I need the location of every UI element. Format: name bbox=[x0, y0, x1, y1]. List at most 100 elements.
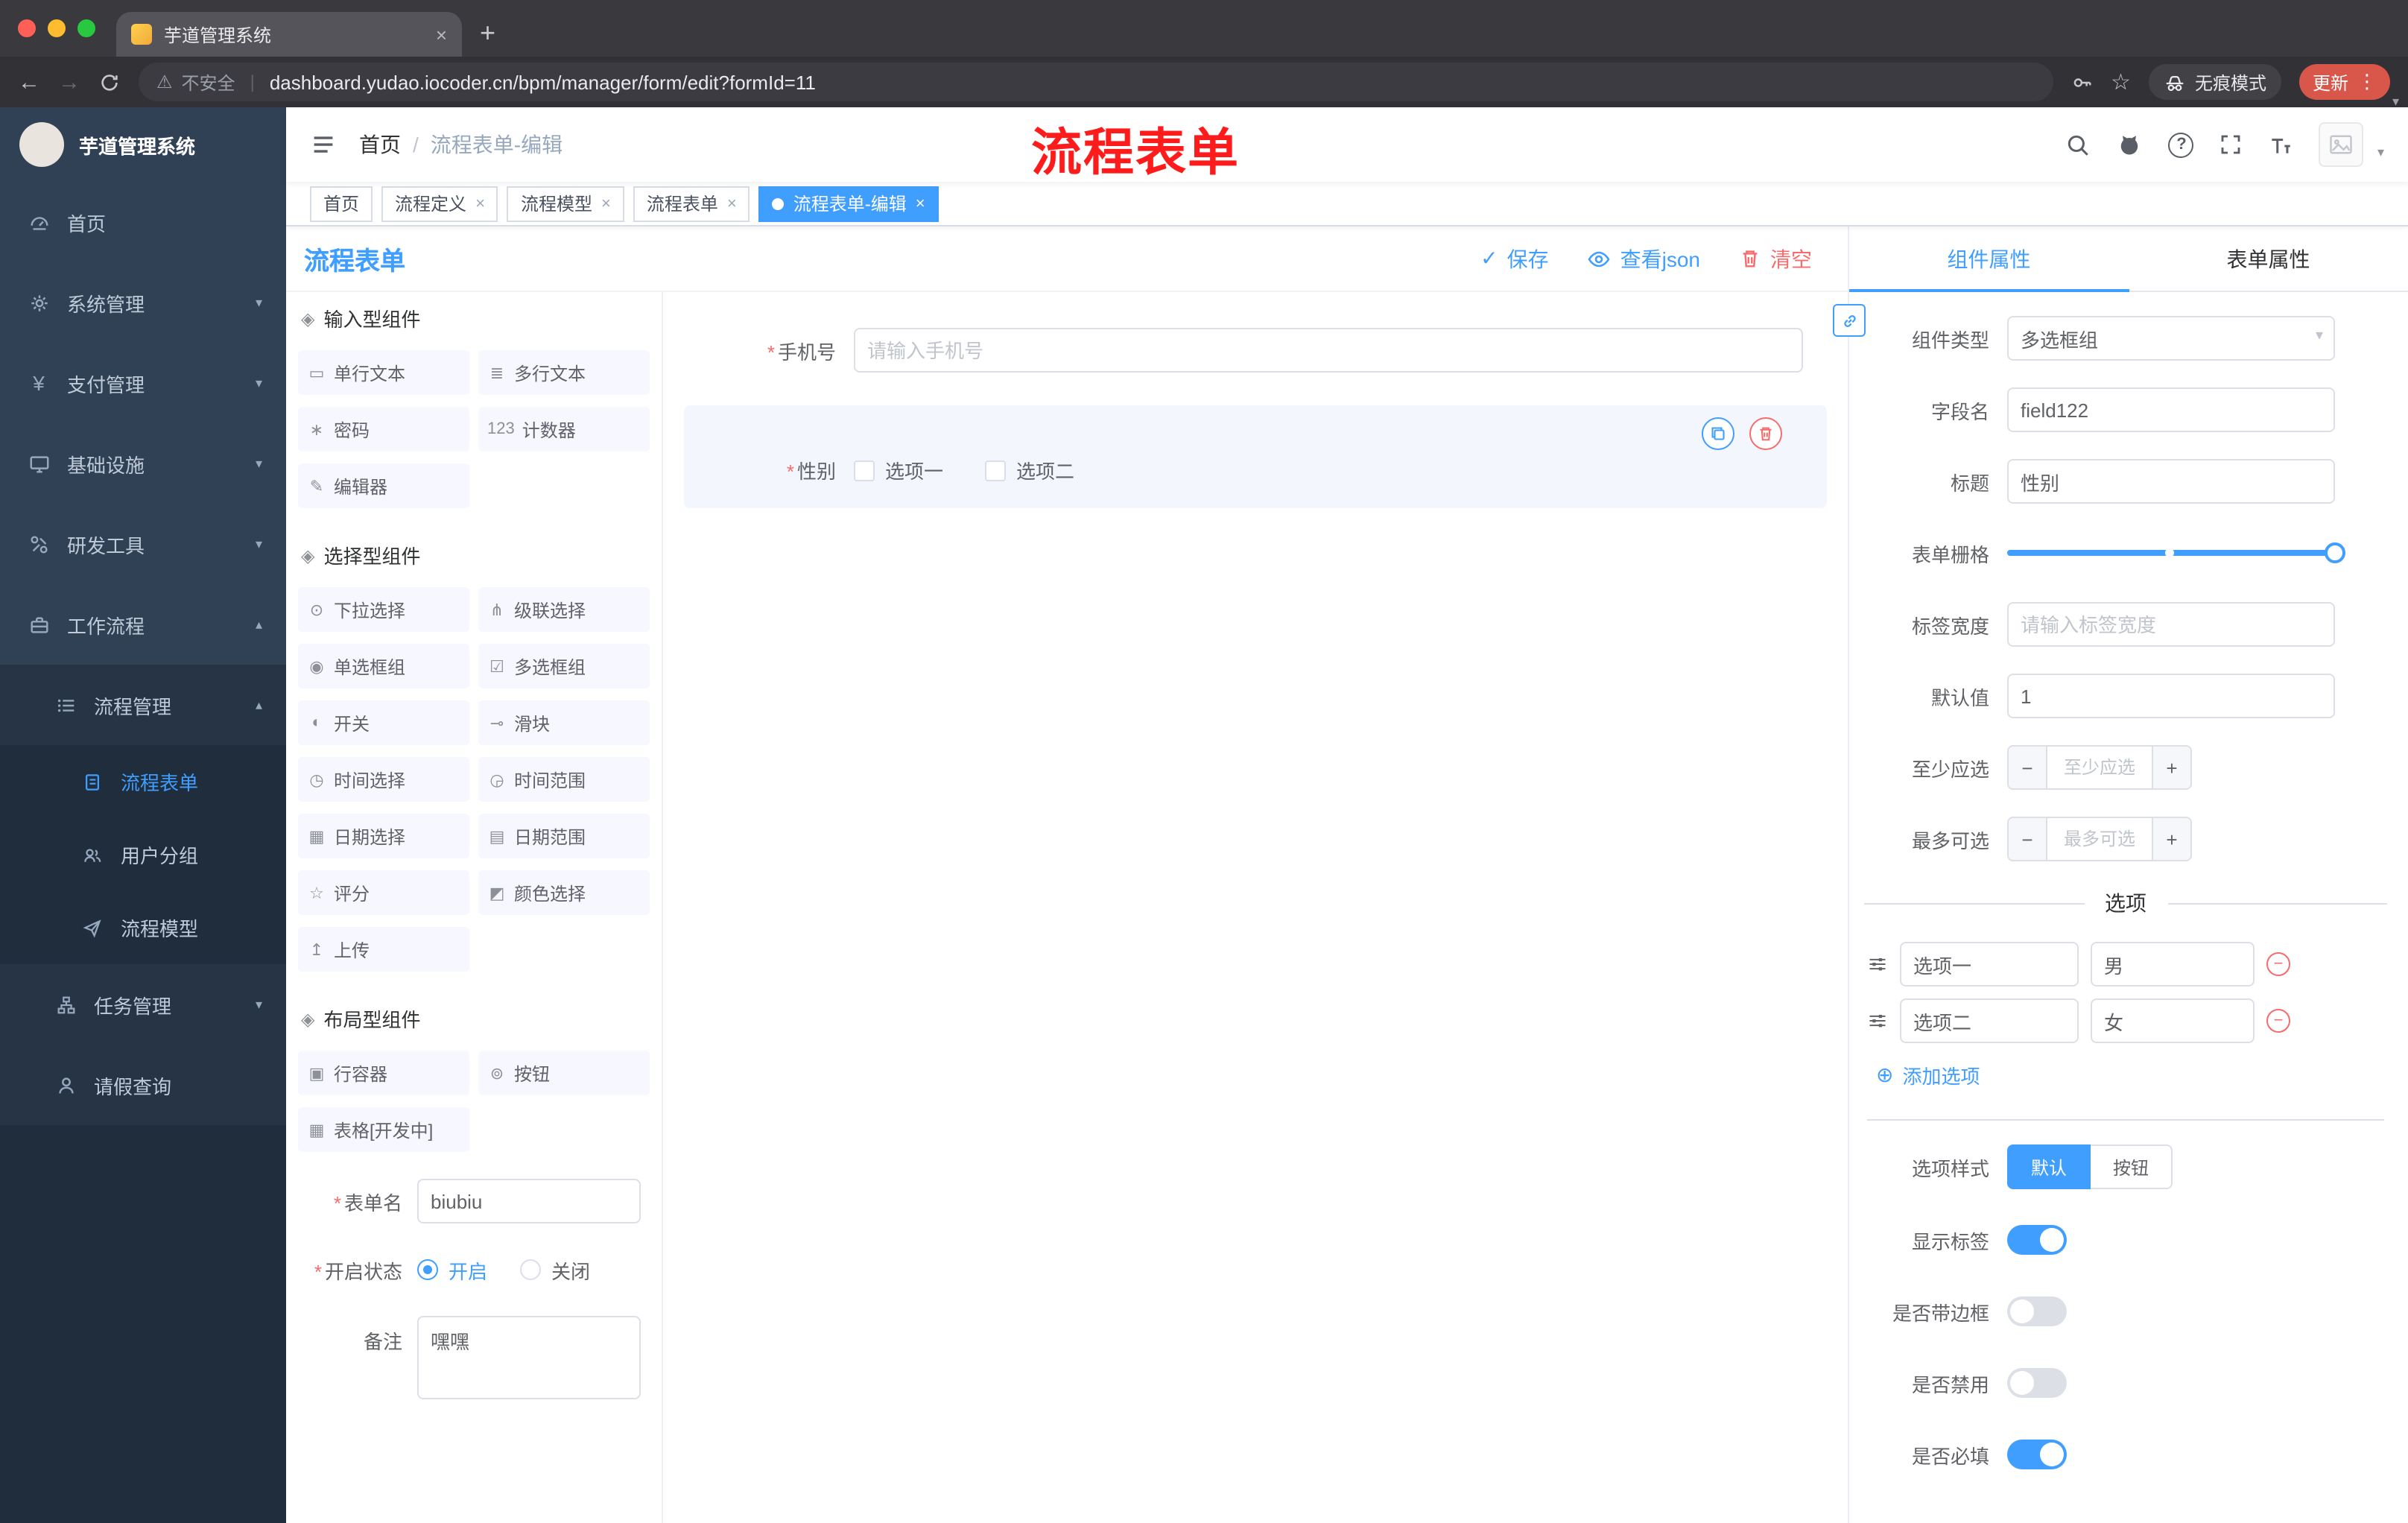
sidebar-item-user-groups[interactable]: 用户分组 bbox=[0, 818, 286, 891]
checkbox-option-2[interactable]: 选项二 bbox=[985, 456, 1074, 484]
increase-button[interactable]: + bbox=[2152, 747, 2190, 788]
tag-process-definition[interactable]: 流程定义 × bbox=[381, 186, 498, 221]
update-button[interactable]: 更新 ⋮ bbox=[2298, 64, 2390, 100]
sidebar-item-infra[interactable]: 基础设施 ▾ bbox=[0, 423, 286, 504]
remove-option-button[interactable]: − bbox=[2266, 952, 2290, 976]
remove-option-button[interactable]: − bbox=[2266, 1009, 2290, 1033]
tab-component-props[interactable]: 组件属性 bbox=[1849, 227, 2129, 292]
drag-handle-icon[interactable] bbox=[1867, 1010, 1888, 1031]
increase-button[interactable]: + bbox=[2152, 818, 2190, 860]
hamburger-icon[interactable] bbox=[310, 131, 337, 158]
min-select-input[interactable] bbox=[2047, 747, 2152, 788]
link-button[interactable] bbox=[1833, 304, 1866, 337]
tag-close-icon[interactable]: × bbox=[475, 194, 485, 212]
tag-close-icon[interactable]: × bbox=[601, 194, 611, 212]
drag-handle-icon[interactable] bbox=[1867, 954, 1888, 975]
show-label-toggle[interactable] bbox=[2007, 1225, 2067, 1255]
address-bar[interactable]: ⚠ 不安全 | dashboard.yudao.iocoder.cn/bpm/m… bbox=[139, 63, 2053, 101]
maximize-window-button[interactable] bbox=[77, 19, 95, 37]
checkbox-box[interactable] bbox=[854, 460, 875, 481]
tag-process-form[interactable]: 流程表单 × bbox=[633, 186, 750, 221]
reload-button[interactable] bbox=[98, 71, 121, 93]
copy-widget-button[interactable] bbox=[1702, 417, 1734, 450]
palette-item-password[interactable]: ∗ 密码 bbox=[298, 407, 469, 452]
palette-item-single-text[interactable]: ▭ 单行文本 bbox=[298, 350, 469, 395]
palette-item-slider[interactable]: ⊸ 滑块 bbox=[478, 700, 650, 745]
tab-close-icon[interactable]: × bbox=[436, 23, 447, 45]
decrease-button[interactable]: − bbox=[2009, 747, 2047, 788]
tag-process-form-edit[interactable]: 流程表单-编辑 × bbox=[758, 186, 939, 221]
tag-close-icon[interactable]: × bbox=[727, 194, 737, 212]
style-button-button[interactable]: 按钮 bbox=[2091, 1144, 2173, 1189]
palette-item-date-range[interactable]: ▤ 日期范围 bbox=[478, 814, 650, 858]
add-option-link[interactable]: ⊕ 添加选项 bbox=[1876, 1061, 2387, 1089]
sidebar-item-workflow[interactable]: 工作流程 ▴ bbox=[0, 584, 286, 665]
phone-input[interactable] bbox=[854, 328, 1803, 373]
palette-item-editor[interactable]: ✎ 编辑器 bbox=[298, 463, 469, 508]
slider-handle[interactable] bbox=[2325, 542, 2345, 563]
close-window-button[interactable] bbox=[18, 19, 36, 37]
search-icon[interactable] bbox=[2066, 132, 2091, 157]
palette-item-rate[interactable]: ☆ 评分 bbox=[298, 870, 469, 915]
palette-item-time-range[interactable]: ◶ 时间范围 bbox=[478, 757, 650, 802]
palette-item-checkbox-group[interactable]: ☑ 多选框组 bbox=[478, 644, 650, 688]
checkbox-box[interactable] bbox=[985, 460, 1007, 481]
back-button[interactable]: ← bbox=[18, 71, 40, 93]
required-toggle[interactable] bbox=[2007, 1440, 2067, 1469]
tag-process-model[interactable]: 流程模型 × bbox=[507, 186, 624, 221]
form-name-input[interactable] bbox=[417, 1179, 641, 1223]
component-type-select[interactable]: ▾ bbox=[2007, 316, 2335, 361]
status-on-radio[interactable]: 开启 bbox=[417, 1256, 487, 1284]
sidebar-item-process-mgmt[interactable]: 流程管理 ▴ bbox=[0, 665, 286, 745]
palette-item-button[interactable]: ⊚ 按钮 bbox=[478, 1051, 650, 1095]
sidebar-item-process-form[interactable]: 流程表单 bbox=[0, 745, 286, 818]
label-width-input[interactable] bbox=[2007, 602, 2335, 647]
option-value-input[interactable] bbox=[2091, 942, 2255, 987]
palette-item-switch[interactable]: ◐ 开关 bbox=[298, 700, 469, 745]
sidebar-item-devtools[interactable]: 研发工具 ▾ bbox=[0, 504, 286, 584]
minimize-window-button[interactable] bbox=[48, 19, 66, 37]
browser-menu-icon[interactable]: ⋮ bbox=[2357, 70, 2377, 94]
canvas-field-gender[interactable]: * 性别 选项一 选项二 bbox=[684, 405, 1827, 508]
breadcrumb-home[interactable]: 首页 bbox=[359, 130, 401, 159]
palette-item-time-picker[interactable]: ◷ 时间选择 bbox=[298, 757, 469, 802]
sidebar-item-process-model[interactable]: 流程模型 bbox=[0, 891, 286, 964]
sidebar-item-task-mgmt[interactable]: 任务管理 ▾ bbox=[0, 964, 286, 1045]
palette-item-multi-text[interactable]: ≣ 多行文本 bbox=[478, 350, 650, 395]
avatar[interactable] bbox=[2319, 122, 2364, 167]
password-key-icon[interactable] bbox=[2070, 71, 2093, 93]
field-name-input[interactable] bbox=[2007, 387, 2335, 432]
status-off-radio[interactable]: 关闭 bbox=[520, 1256, 590, 1284]
component-type-value[interactable] bbox=[2007, 316, 2335, 361]
option-name-input[interactable] bbox=[1900, 998, 2079, 1043]
palette-item-row-container[interactable]: ▣ 行容器 bbox=[298, 1051, 469, 1095]
title-input[interactable] bbox=[2007, 459, 2335, 504]
style-default-button[interactable]: 默认 bbox=[2007, 1144, 2091, 1189]
sidebar-item-leave-query[interactable]: 请假查询 bbox=[0, 1045, 286, 1125]
form-canvas[interactable]: * 手机号 请输入手机号 * 性别 选项一 选项二 bbox=[663, 292, 1848, 1523]
save-button[interactable]: ✓ 保存 bbox=[1480, 244, 1548, 273]
border-toggle[interactable] bbox=[2007, 1296, 2067, 1326]
github-icon[interactable] bbox=[2117, 131, 2144, 158]
tab-form-props[interactable]: 表单属性 bbox=[2129, 227, 2408, 291]
delete-widget-button[interactable] bbox=[1749, 417, 1782, 450]
clear-button[interactable]: 清空 bbox=[1739, 244, 1812, 273]
slider-track[interactable] bbox=[2007, 542, 2345, 563]
palette-item-radio-group[interactable]: ◉ 单选框组 bbox=[298, 644, 469, 688]
canvas-field-phone[interactable]: * 手机号 bbox=[684, 310, 1827, 390]
fullscreen-icon[interactable] bbox=[2220, 133, 2243, 156]
sidebar-item-payment[interactable]: ¥ 支付管理 ▾ bbox=[0, 343, 286, 423]
option-name-input[interactable] bbox=[1900, 942, 2079, 987]
forward-button[interactable]: → bbox=[58, 71, 80, 93]
view-json-button[interactable]: 查看json bbox=[1588, 244, 1700, 273]
max-select-input[interactable] bbox=[2047, 818, 2152, 860]
sidebar-item-system[interactable]: 系统管理 ▾ bbox=[0, 262, 286, 343]
palette-item-upload[interactable]: ↥ 上传 bbox=[298, 927, 469, 972]
remark-textarea[interactable]: 嘿嘿 bbox=[417, 1316, 641, 1399]
sidebar-item-home[interactable]: 首页 bbox=[0, 182, 286, 262]
help-icon[interactable]: ? bbox=[2168, 132, 2194, 157]
browser-tab[interactable]: 芋道管理系统 × bbox=[116, 12, 462, 57]
palette-item-date-picker[interactable]: ▦ 日期选择 bbox=[298, 814, 469, 858]
bookmark-star-icon[interactable]: ☆ bbox=[2111, 71, 2131, 93]
palette-item-table[interactable]: ▦ 表格[开发中] bbox=[298, 1107, 469, 1152]
